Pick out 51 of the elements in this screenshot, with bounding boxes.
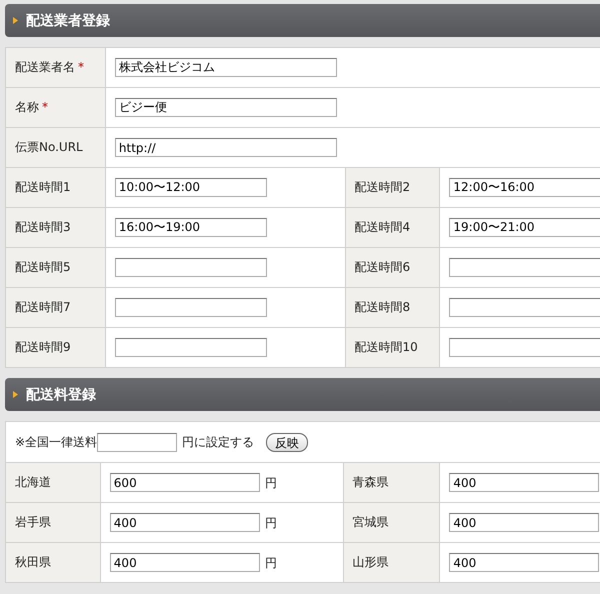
apply-button[interactable]: 反映 xyxy=(266,432,308,452)
section-title: 配送料登録 xyxy=(26,386,96,404)
flat-rate-label: ※全国一律送料 xyxy=(15,434,98,450)
fee-field[interactable]: 400 xyxy=(449,473,600,492)
time-field[interactable]: 10:00〜12:00 xyxy=(114,178,267,197)
time-field[interactable]: 19:00〜21:00 xyxy=(449,218,600,237)
prefecture-label: 北海道 xyxy=(6,462,100,502)
text-field[interactable]: 株式会社ビジコム xyxy=(114,58,337,77)
required-mark: * xyxy=(42,100,48,114)
prefecture-label: 岩手県 xyxy=(6,502,100,542)
yen-unit: 円 xyxy=(264,516,277,530)
time-field[interactable] xyxy=(114,258,267,277)
flat-rate-field[interactable] xyxy=(97,432,178,452)
field-label: 配送時間6 xyxy=(345,248,440,288)
field-label: 伝票No.URL xyxy=(6,128,106,168)
section-title: 配送業者登録 xyxy=(26,12,110,30)
field-label: 配送業者名 * xyxy=(6,48,106,88)
text-field[interactable]: http:// xyxy=(114,138,337,157)
text-field[interactable]: ビジー便 xyxy=(114,98,337,117)
field-label: 配送時間10 xyxy=(345,328,440,368)
field-label: 配送時間8 xyxy=(345,288,440,328)
time-field[interactable]: 12:00〜16:00 xyxy=(449,178,600,197)
field-label: 配送時間3 xyxy=(6,208,106,248)
field-label: 配送時間7 xyxy=(6,288,106,328)
time-field[interactable] xyxy=(114,338,267,357)
time-field[interactable] xyxy=(449,298,600,317)
fee-field[interactable]: 400 xyxy=(449,513,600,532)
triangle-icon xyxy=(13,17,18,24)
fee-field[interactable]: 400 xyxy=(449,553,600,572)
time-field[interactable] xyxy=(449,338,600,357)
yen-unit: 円 xyxy=(264,476,277,490)
triangle-icon xyxy=(13,391,18,398)
field-label: 配送時間9 xyxy=(6,328,106,368)
yen-unit: 円 xyxy=(264,556,277,570)
time-field[interactable] xyxy=(114,298,267,317)
field-label: 配送時間4 xyxy=(345,208,440,248)
field-label: 配送時間1 xyxy=(6,168,106,208)
fee-field[interactable]: 600 xyxy=(110,473,260,492)
required-mark: * xyxy=(78,60,84,74)
prefecture-label: 秋田県 xyxy=(6,542,100,582)
field-label: 配送時間5 xyxy=(6,248,106,288)
fee-field[interactable]: 400 xyxy=(110,513,260,532)
time-field[interactable] xyxy=(449,258,600,277)
field-label: 配送時間2 xyxy=(345,168,440,208)
prefecture-label: 宮城県 xyxy=(343,502,440,542)
time-field[interactable]: 16:00〜19:00 xyxy=(114,218,267,237)
fee-field[interactable]: 400 xyxy=(110,553,260,572)
field-label: 名称 * xyxy=(6,88,106,128)
flat-rate-suffix: 円に設定する xyxy=(182,434,254,450)
prefecture-label: 青森県 xyxy=(343,462,440,502)
prefecture-label: 山形県 xyxy=(343,542,440,582)
